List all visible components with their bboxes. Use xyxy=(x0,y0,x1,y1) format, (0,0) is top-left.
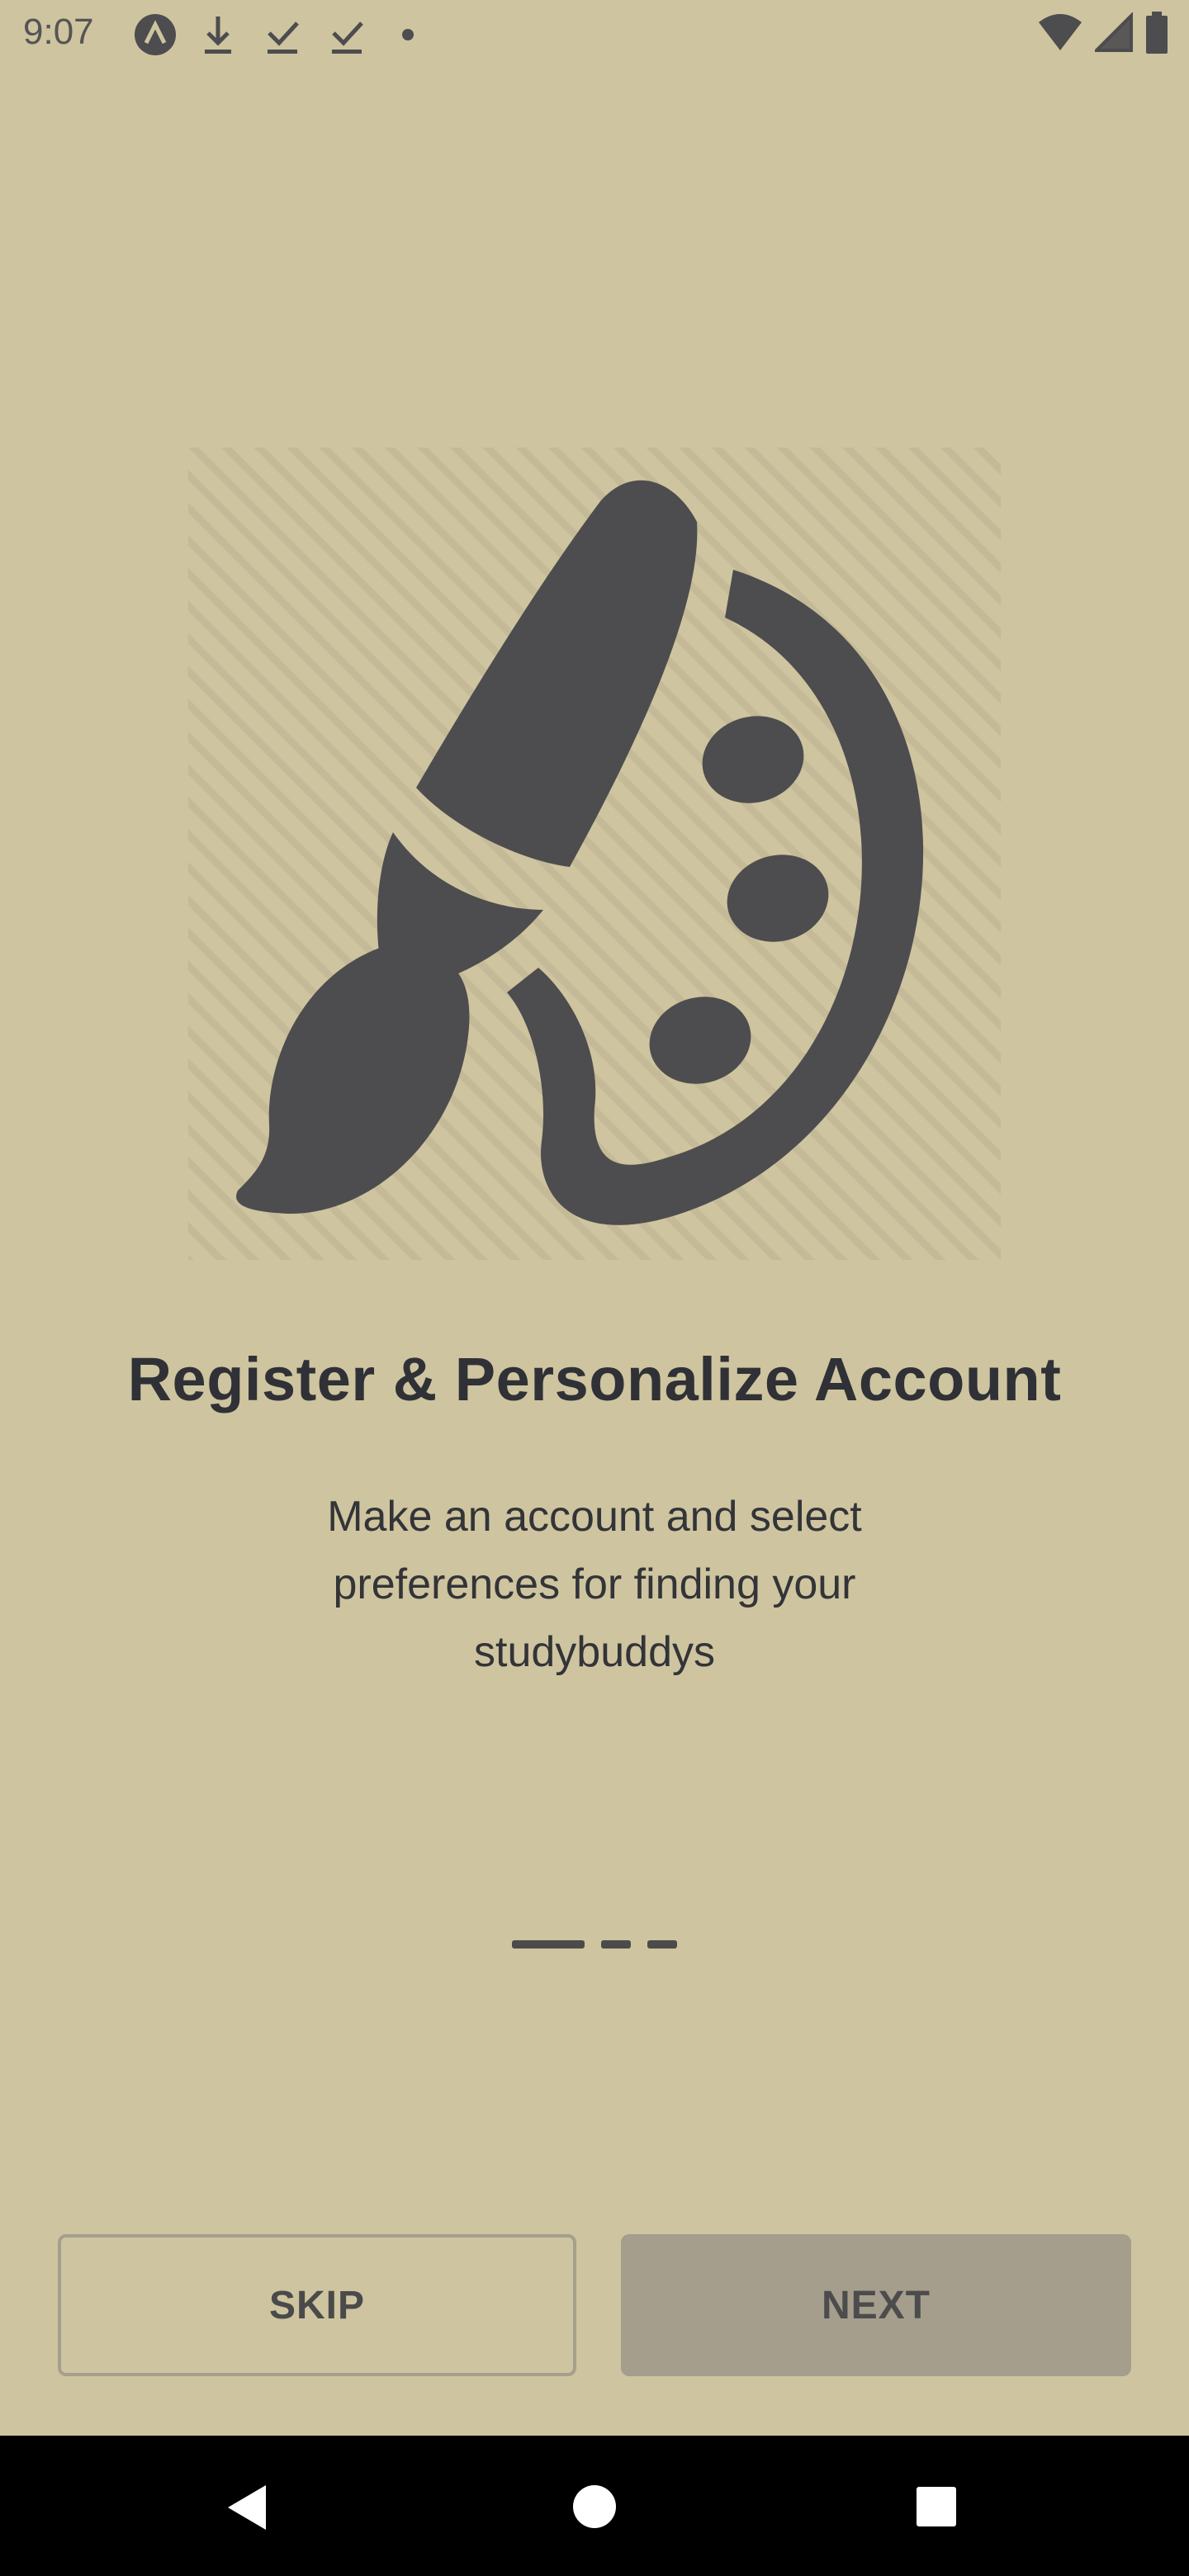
dot-icon xyxy=(402,29,414,40)
page-indicator-dot xyxy=(647,1940,677,1949)
recents-icon[interactable] xyxy=(915,2485,958,2528)
download-done-icon xyxy=(268,21,299,54)
download-icon xyxy=(205,17,231,54)
page-indicator xyxy=(512,1940,685,1949)
palette-brush-icon xyxy=(188,447,1001,1260)
signal-icon xyxy=(1095,12,1133,52)
subtitle-line: studybuddys xyxy=(474,1628,715,1676)
page-indicator-dot xyxy=(601,1940,631,1949)
page-title: Register & Personalize Account xyxy=(127,1345,1062,1413)
download-done-icon xyxy=(332,21,363,54)
home-icon[interactable] xyxy=(571,2484,618,2530)
status-time: 9:07 xyxy=(23,12,94,52)
subtitle-line: preferences for finding your xyxy=(333,1560,856,1608)
subtitle-line: Make an account and select xyxy=(327,1493,862,1541)
skip-button[interactable]: SKIP xyxy=(58,2234,576,2376)
back-icon[interactable] xyxy=(223,2482,269,2533)
wifi-icon xyxy=(1039,14,1082,50)
status-bar: 9:07 xyxy=(0,0,1189,69)
next-button[interactable]: NEXT xyxy=(621,2234,1131,2376)
navigation-bar xyxy=(0,2436,1189,2576)
battery-icon xyxy=(1146,12,1168,54)
page-indicator-active xyxy=(512,1940,585,1949)
system-status-icons xyxy=(1037,12,1169,54)
app-notification-icon xyxy=(135,14,176,55)
page-subtitle: Make an account and select preferences f… xyxy=(264,1483,925,1686)
